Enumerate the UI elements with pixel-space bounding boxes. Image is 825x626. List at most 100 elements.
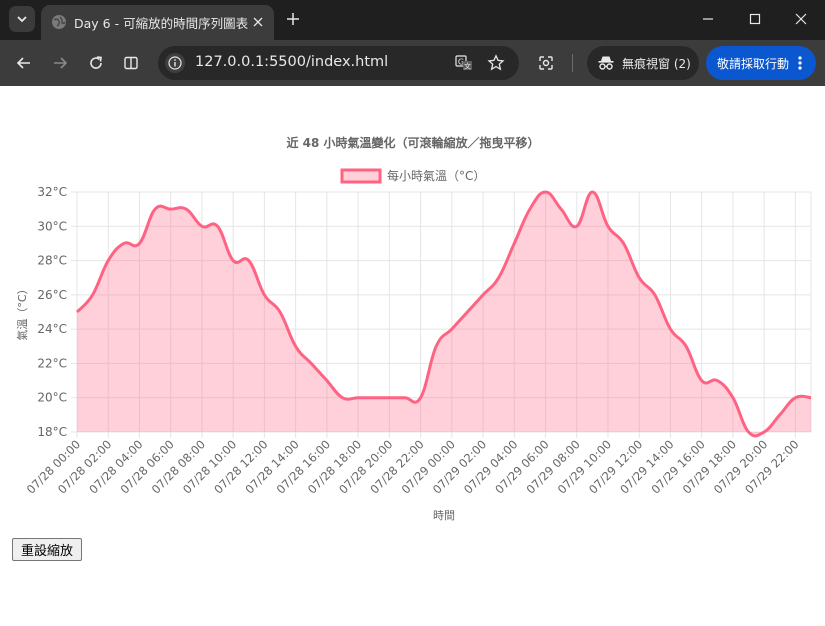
data-point[interactable]: [152, 206, 158, 212]
window-close-button[interactable]: [781, 4, 821, 34]
data-point[interactable]: [402, 395, 408, 401]
data-point[interactable]: [574, 223, 580, 229]
data-point[interactable]: [777, 412, 783, 418]
data-point[interactable]: [90, 292, 96, 298]
data-point[interactable]: [433, 343, 439, 349]
chrome-action-button[interactable]: 敬請採取行動: [706, 46, 816, 80]
legend-swatch[interactable]: [340, 168, 382, 184]
data-point[interactable]: [105, 258, 111, 264]
data-point[interactable]: [480, 292, 486, 298]
y-tick-label: 30°C: [37, 219, 67, 233]
data-point[interactable]: [418, 395, 424, 401]
data-point[interactable]: [355, 395, 361, 401]
data-point[interactable]: [386, 395, 392, 401]
data-point[interactable]: [324, 378, 330, 384]
tab-search-button[interactable]: [9, 6, 35, 32]
data-point[interactable]: [792, 395, 798, 401]
data-point[interactable]: [746, 429, 752, 435]
svg-text:文: 文: [464, 62, 471, 71]
data-point[interactable]: [168, 206, 174, 212]
minimize-icon: [703, 18, 713, 20]
browser-window: Day 6 - 可縮放的時間序列圖表 127.0.0.1:5500/index.…: [0, 0, 825, 626]
data-point[interactable]: [136, 240, 142, 246]
lens-icon: [539, 56, 553, 70]
data-point[interactable]: [808, 395, 814, 401]
site-info-button[interactable]: [165, 53, 185, 73]
reload-icon: [90, 56, 102, 69]
translate-button[interactable]: G文: [454, 53, 474, 73]
data-point[interactable]: [589, 189, 595, 195]
data-point[interactable]: [246, 258, 252, 264]
bookmark-button[interactable]: [486, 53, 506, 73]
y-tick-label: 22°C: [37, 356, 67, 370]
toolbar-divider: [572, 54, 573, 72]
address-bar[interactable]: 127.0.0.1:5500/index.html G文: [158, 46, 519, 80]
y-tick-label: 20°C: [37, 391, 67, 405]
data-point[interactable]: [543, 189, 549, 195]
star-icon: [487, 54, 505, 71]
translate-icon: G文: [455, 55, 472, 71]
data-point[interactable]: [496, 275, 502, 281]
new-tab-button[interactable]: [283, 9, 303, 29]
y-tick-label: 26°C: [37, 288, 67, 302]
data-point[interactable]: [605, 223, 611, 229]
data-point[interactable]: [652, 292, 658, 298]
data-point[interactable]: [558, 206, 564, 212]
more-icon: [798, 56, 802, 70]
minimize-button[interactable]: [688, 4, 728, 34]
data-point[interactable]: [199, 223, 205, 229]
reload-button[interactable]: [83, 50, 109, 76]
url-text: 127.0.0.1:5500/index.html: [195, 54, 389, 70]
active-tab[interactable]: Day 6 - 可縮放的時間序列圖表: [41, 5, 274, 40]
temperature-chart[interactable]: 近 48 小時氣溫變化（可滾輪縮放／拖曳平移） 每小時氣溫（°C） 18°C 20…: [0, 86, 825, 526]
data-point[interactable]: [636, 275, 642, 281]
data-point[interactable]: [527, 206, 533, 212]
tab-title: Day 6 - 可縮放的時間序列圖表: [74, 16, 249, 31]
data-point[interactable]: [464, 309, 470, 315]
maximize-icon: [749, 13, 761, 25]
data-point[interactable]: [230, 258, 236, 264]
tab-close-button[interactable]: [249, 13, 267, 31]
chart-title: 近 48 小時氣溫變化（可滾輪縮放／拖曳平移）: [286, 135, 539, 150]
back-button[interactable]: [11, 50, 37, 76]
data-point[interactable]: [121, 240, 127, 246]
lens-button[interactable]: [533, 50, 559, 76]
legend-label: 每小時氣溫（°C）: [387, 168, 485, 183]
data-point[interactable]: [667, 326, 673, 332]
split-view-icon: [124, 56, 138, 70]
close-icon: [795, 13, 807, 25]
data-point[interactable]: [308, 360, 314, 366]
close-icon: [253, 17, 263, 27]
data-point[interactable]: [183, 206, 189, 212]
data-point[interactable]: [449, 326, 455, 332]
data-point[interactable]: [511, 240, 517, 246]
data-point[interactable]: [277, 309, 283, 315]
data-point[interactable]: [699, 378, 705, 384]
incognito-indicator[interactable]: 無痕視窗 (2): [587, 46, 699, 80]
data-point[interactable]: [730, 395, 736, 401]
maximize-button[interactable]: [735, 4, 775, 34]
data-point[interactable]: [74, 309, 80, 315]
forward-icon: [54, 57, 68, 69]
back-icon: [16, 57, 30, 69]
data-point[interactable]: [621, 240, 627, 246]
y-tick-label: 32°C: [37, 185, 67, 199]
reset-zoom-button[interactable]: 重設縮放: [12, 538, 82, 561]
globe-icon: [52, 15, 66, 29]
data-point[interactable]: [714, 378, 720, 384]
data-point[interactable]: [761, 429, 767, 435]
data-point[interactable]: [293, 343, 299, 349]
data-point[interactable]: [683, 343, 689, 349]
page-content: 近 48 小時氣溫變化（可滾輪縮放／拖曳平移） 每小時氣溫（°C） 18°C 20…: [0, 86, 825, 626]
tab-search-icon: [17, 16, 27, 23]
data-point[interactable]: [371, 395, 377, 401]
site-info-icon: [168, 56, 182, 70]
data-point[interactable]: [215, 223, 221, 229]
y-tick-label: 24°C: [37, 322, 67, 336]
x-axis-label: 時間: [433, 509, 455, 522]
data-point[interactable]: [339, 395, 345, 401]
forward-button[interactable]: [47, 50, 73, 76]
split-view-button[interactable]: [118, 50, 144, 76]
plus-icon: [287, 13, 299, 25]
data-point[interactable]: [261, 292, 267, 298]
